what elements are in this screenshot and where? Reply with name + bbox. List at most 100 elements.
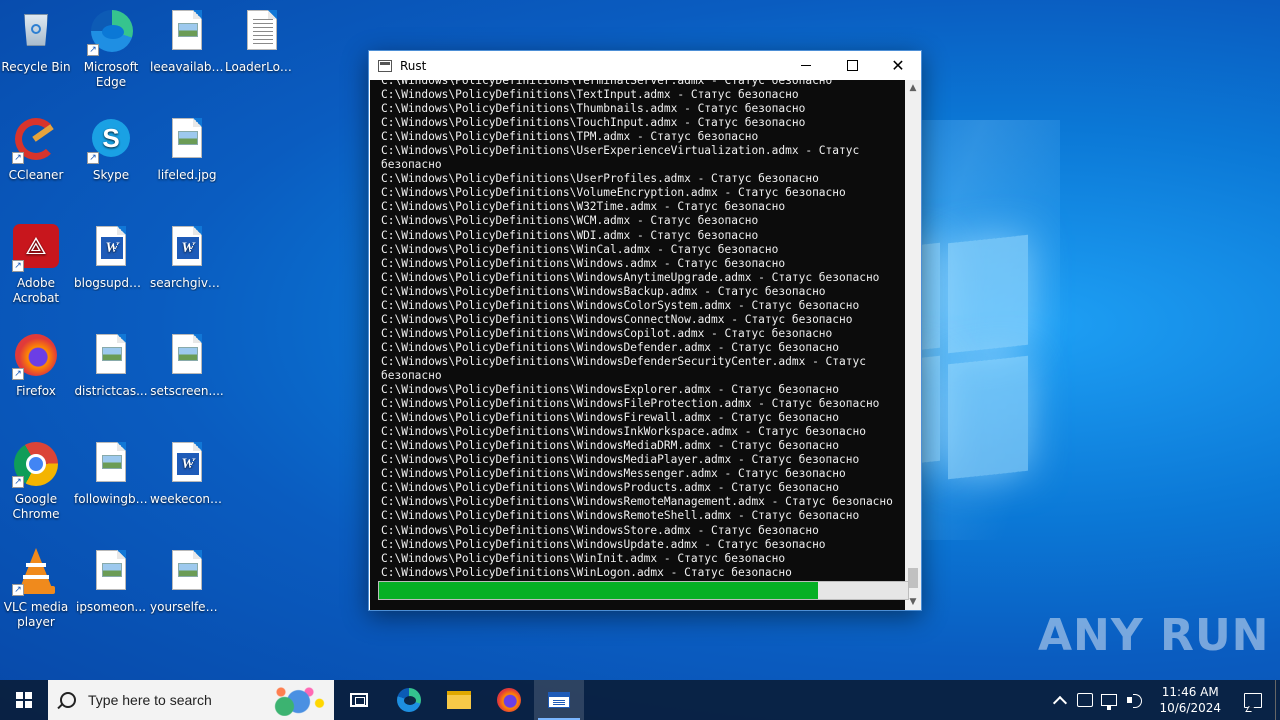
chrome-icon: ↗ bbox=[12, 440, 60, 488]
clock-date: 10/6/2024 bbox=[1159, 701, 1221, 715]
desktop-icon-acrobat[interactable]: ⟁ ↗ Adobe Acrobat bbox=[0, 224, 74, 306]
desktop-icon-label: followingbi... bbox=[74, 492, 149, 506]
rust-console-window[interactable]: Rust ✕ C:\Windows\PolicyDefinitions\Term… bbox=[368, 50, 922, 611]
console-output[interactable]: C:\Windows\PolicyDefinitions\TerminalSer… bbox=[370, 80, 906, 610]
network-icon[interactable] bbox=[1101, 694, 1118, 710]
desktop-icon-image-file[interactable]: ipsomeon... bbox=[73, 548, 149, 615]
desktop-icon-firefox[interactable]: ↗ Firefox bbox=[0, 332, 74, 399]
desktop-icon-label: Firefox bbox=[16, 384, 56, 398]
desktop-icon-label: lifeled.jpg bbox=[157, 168, 217, 182]
desktop-icon-word-file[interactable]: Wweekecono... bbox=[149, 440, 225, 507]
desktop-icon-image-file[interactable]: lifeled.jpg bbox=[149, 116, 225, 183]
progress-bar bbox=[378, 581, 909, 600]
console-line: C:\Windows\PolicyDefinitions\WindowsStor… bbox=[381, 523, 819, 537]
edge-icon: ↗ bbox=[87, 8, 135, 56]
file-explorer-icon bbox=[447, 691, 471, 709]
minimize-button[interactable] bbox=[783, 51, 829, 80]
vlc-icon: ↗ bbox=[12, 548, 60, 596]
desktop-icon-word-file[interactable]: Wsearchgive.rtf bbox=[149, 224, 225, 291]
window-titlebar[interactable]: Rust ✕ bbox=[369, 51, 921, 80]
console-line: C:\Windows\PolicyDefinitions\WindowsColo… bbox=[381, 298, 860, 312]
shortcut-arrow-icon: ↗ bbox=[12, 476, 24, 488]
image-file-icon bbox=[87, 440, 135, 488]
system-tray: 11:46 AM 10/6/2024 bbox=[1047, 680, 1280, 720]
scrollbar-thumb[interactable] bbox=[908, 568, 918, 588]
console-app-icon bbox=[548, 692, 570, 708]
desktop-icon-image-file[interactable]: leeavailabili... bbox=[149, 8, 225, 75]
console-line: C:\Windows\PolicyDefinitions\WindowsProd… bbox=[381, 481, 840, 495]
firefox-icon: ↗ bbox=[12, 332, 60, 380]
word-file-icon: W bbox=[87, 224, 135, 272]
maximize-button[interactable] bbox=[829, 51, 875, 80]
console-line: C:\Windows\PolicyDefinitions\WindowsConn… bbox=[381, 312, 853, 326]
console-line: C:\Windows\PolicyDefinitions\VolumeEncry… bbox=[381, 186, 846, 200]
desktop-icon-chrome[interactable]: ↗ Google Chrome bbox=[0, 440, 74, 522]
start-button[interactable] bbox=[0, 680, 48, 720]
action-center-button[interactable] bbox=[1231, 680, 1275, 720]
search-icon bbox=[60, 692, 76, 708]
clock[interactable]: 11:46 AM 10/6/2024 bbox=[1159, 684, 1221, 716]
desktop-icon-label: districtcas... bbox=[74, 384, 148, 398]
desktop-icon-label: Adobe Acrobat bbox=[12, 276, 60, 305]
device-icon[interactable] bbox=[1077, 693, 1094, 707]
desktop-icon-image-file[interactable]: setscreen.... bbox=[149, 332, 225, 399]
desktop-icon-image-file[interactable]: followingbi... bbox=[73, 440, 149, 507]
console-line: C:\Windows\PolicyDefinitions\WindowsBack… bbox=[381, 284, 826, 298]
taskbar-console-app[interactable] bbox=[534, 680, 584, 720]
console-line: C:\Windows\PolicyDefinitions\TPM.admx - … bbox=[381, 130, 759, 144]
console-line: C:\Windows\PolicyDefinitions\WindowsAnyt… bbox=[381, 270, 880, 284]
shortcut-arrow-icon: ↗ bbox=[12, 152, 24, 164]
anyrun-watermark: ANY RUN bbox=[1038, 610, 1270, 661]
console-line: C:\Windows\PolicyDefinitions\WindowsMess… bbox=[381, 467, 846, 481]
word-file-icon: W bbox=[163, 224, 211, 272]
console-line: C:\Windows\PolicyDefinitions\WindowsCopi… bbox=[381, 326, 833, 340]
vertical-scrollbar[interactable]: ▲ ▼ bbox=[905, 80, 921, 610]
desktop-icon-vlc[interactable]: ↗ VLC media player bbox=[0, 548, 74, 630]
console-line: C:\Windows\PolicyDefinitions\WindowsFire… bbox=[381, 411, 840, 425]
console-line: C:\Windows\PolicyDefinitions\Thumbnails.… bbox=[381, 102, 806, 116]
task-view-icon bbox=[350, 693, 368, 707]
taskbar-file-explorer[interactable] bbox=[434, 680, 484, 720]
show-hidden-icons-chevron-icon[interactable] bbox=[1053, 695, 1068, 711]
console-line: C:\Windows\PolicyDefinitions\WinInit.adm… bbox=[381, 551, 786, 565]
scroll-up-arrow-icon[interactable]: ▲ bbox=[905, 80, 921, 96]
desktop-icon-image-file[interactable]: yourselfeve... bbox=[149, 548, 225, 615]
desktop-icon-word-file[interactable]: Wblogsupdat... bbox=[73, 224, 149, 291]
console-line: C:\Windows\PolicyDefinitions\WindowsUpda… bbox=[381, 537, 826, 551]
desktop-icon-label: LoaderLog.... bbox=[225, 60, 300, 74]
desktop-icon-label: weekecono... bbox=[150, 492, 225, 506]
taskbar-edge[interactable] bbox=[384, 680, 434, 720]
clock-time: 11:46 AM bbox=[1161, 685, 1219, 699]
image-file-icon bbox=[163, 116, 211, 164]
desktop-icon-skype[interactable]: S ↗ Skype bbox=[73, 116, 149, 183]
desktop-icon-label: Microsoft Edge bbox=[83, 60, 139, 89]
volume-icon[interactable] bbox=[1127, 693, 1143, 708]
search-placeholder: Type here to search bbox=[88, 692, 212, 708]
desktop-icon-image-file[interactable]: districtcas... bbox=[73, 332, 149, 399]
desktop-icon-label: CCleaner bbox=[8, 168, 64, 182]
desktop-icon-ccleaner[interactable]: ↗ CCleaner bbox=[0, 116, 74, 183]
console-line: C:\Windows\PolicyDefinitions\TextInput.a… bbox=[381, 88, 799, 102]
desktop-icon-edge[interactable]: ↗ Microsoft Edge bbox=[73, 8, 149, 90]
taskbar-firefox[interactable] bbox=[484, 680, 534, 720]
console-line: C:\Windows\PolicyDefinitions\WinCal.admx… bbox=[381, 242, 779, 256]
skype-icon: S ↗ bbox=[87, 116, 135, 164]
desktop-icon-text-file[interactable]: LoaderLog.... bbox=[224, 8, 300, 75]
window-title: Rust bbox=[400, 58, 427, 73]
console-line: C:\Windows\PolicyDefinitions\WindowsInkW… bbox=[381, 425, 866, 439]
desktop-icon-recycle-bin[interactable]: Recycle Bin bbox=[0, 8, 74, 75]
console-line: C:\Windows\PolicyDefinitions\Windows.adm… bbox=[381, 256, 786, 270]
desktop-icon-label: Google Chrome bbox=[12, 492, 60, 521]
image-file-icon bbox=[87, 332, 135, 380]
console-text: C:\Windows\PolicyDefinitions\TerminalSer… bbox=[381, 80, 900, 580]
desktop-icon-label: Recycle Bin bbox=[1, 60, 71, 74]
show-desktop-button[interactable] bbox=[1275, 680, 1280, 720]
task-view-button[interactable] bbox=[334, 680, 384, 720]
console-line: безопасно bbox=[381, 158, 442, 172]
close-button[interactable]: ✕ bbox=[875, 51, 921, 80]
edge-icon bbox=[397, 688, 421, 712]
taskbar: Type here to search 11:46 AM 10/6/2024 bbox=[0, 680, 1280, 720]
shortcut-arrow-icon: ↗ bbox=[12, 260, 24, 272]
taskbar-search-box[interactable]: Type here to search bbox=[48, 680, 334, 720]
shortcut-arrow-icon: ↗ bbox=[87, 152, 99, 164]
